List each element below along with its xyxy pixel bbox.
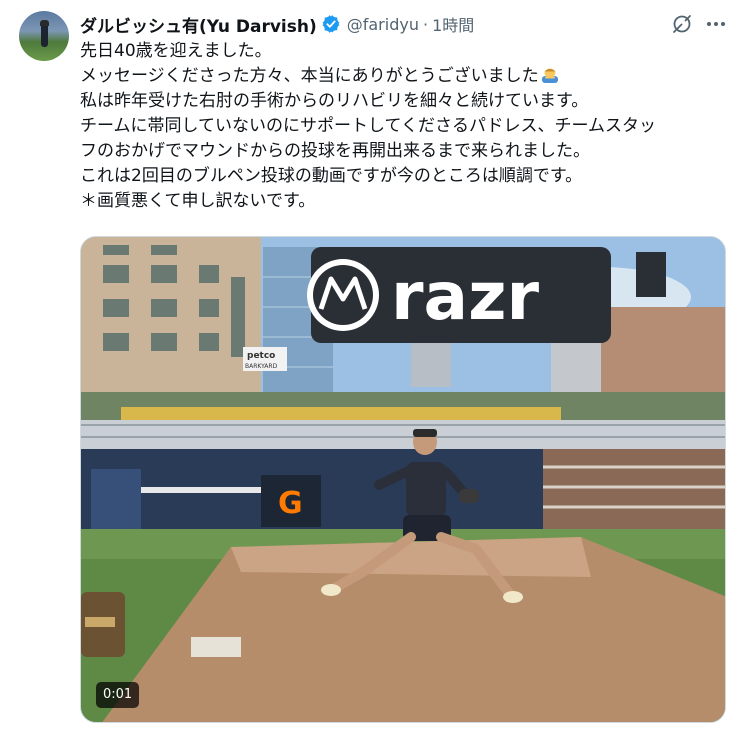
- verified-badge-icon: [322, 15, 340, 33]
- avatar[interactable]: [19, 11, 69, 61]
- avatar-cap: [40, 20, 49, 26]
- man-bowing-emoji-icon: [541, 68, 558, 83]
- display-name[interactable]: ダルビッシュ有(Yu Darvish): [80, 12, 317, 37]
- avatar-figure: [41, 23, 48, 47]
- tweet-header: ダルビッシュ有(Yu Darvish) @faridyu · 1時間: [80, 12, 474, 37]
- separator-dot: ·: [422, 14, 429, 34]
- tweet-line: フのおかげでマウンドからの投球を再開出来るまで来られました。: [80, 141, 590, 161]
- video-time-badge: 0:01: [96, 682, 140, 708]
- sign-text-barkyard: BARKYARD: [245, 363, 278, 370]
- tweet-line: これは2回目のブルペン投球の動画ですが今のところは順調です。: [80, 166, 583, 186]
- video-player[interactable]: razr petco BARKYARD G 0:01: [80, 236, 726, 723]
- tweet-line-with-emoji: メッセージくださった方々、本当にありがとうございました: [80, 64, 728, 89]
- tweet-line: メッセージくださった方々、本当にありがとうございました: [80, 66, 539, 86]
- more-options-icon[interactable]: [704, 12, 728, 36]
- handle[interactable]: @faridyu: [347, 15, 419, 34]
- video-frame: razr petco BARKYARD G: [81, 237, 725, 722]
- tweet-text: 先日40歳を迎えました。 メッセージくださった方々、本当にありがとうございました…: [80, 39, 728, 214]
- tweet-line: 私は昨年受けた右肘の手術からのリハビリを細々と続けています。: [80, 91, 589, 111]
- timestamp[interactable]: 1時間: [432, 12, 474, 36]
- sign-text-petco: petco: [247, 351, 275, 361]
- scoreboard-text: razr: [391, 258, 540, 335]
- svg-text:G: G: [278, 486, 303, 521]
- tweet-line: 先日40歳を迎えました。: [80, 41, 272, 61]
- tweet-line: チームに帯同していないのにサポートしてくださるパドレス、チームスタッ: [80, 116, 656, 136]
- tweet-line: ＊画質悪くて申し訳ないです。: [80, 191, 316, 211]
- grok-icon[interactable]: [670, 12, 694, 36]
